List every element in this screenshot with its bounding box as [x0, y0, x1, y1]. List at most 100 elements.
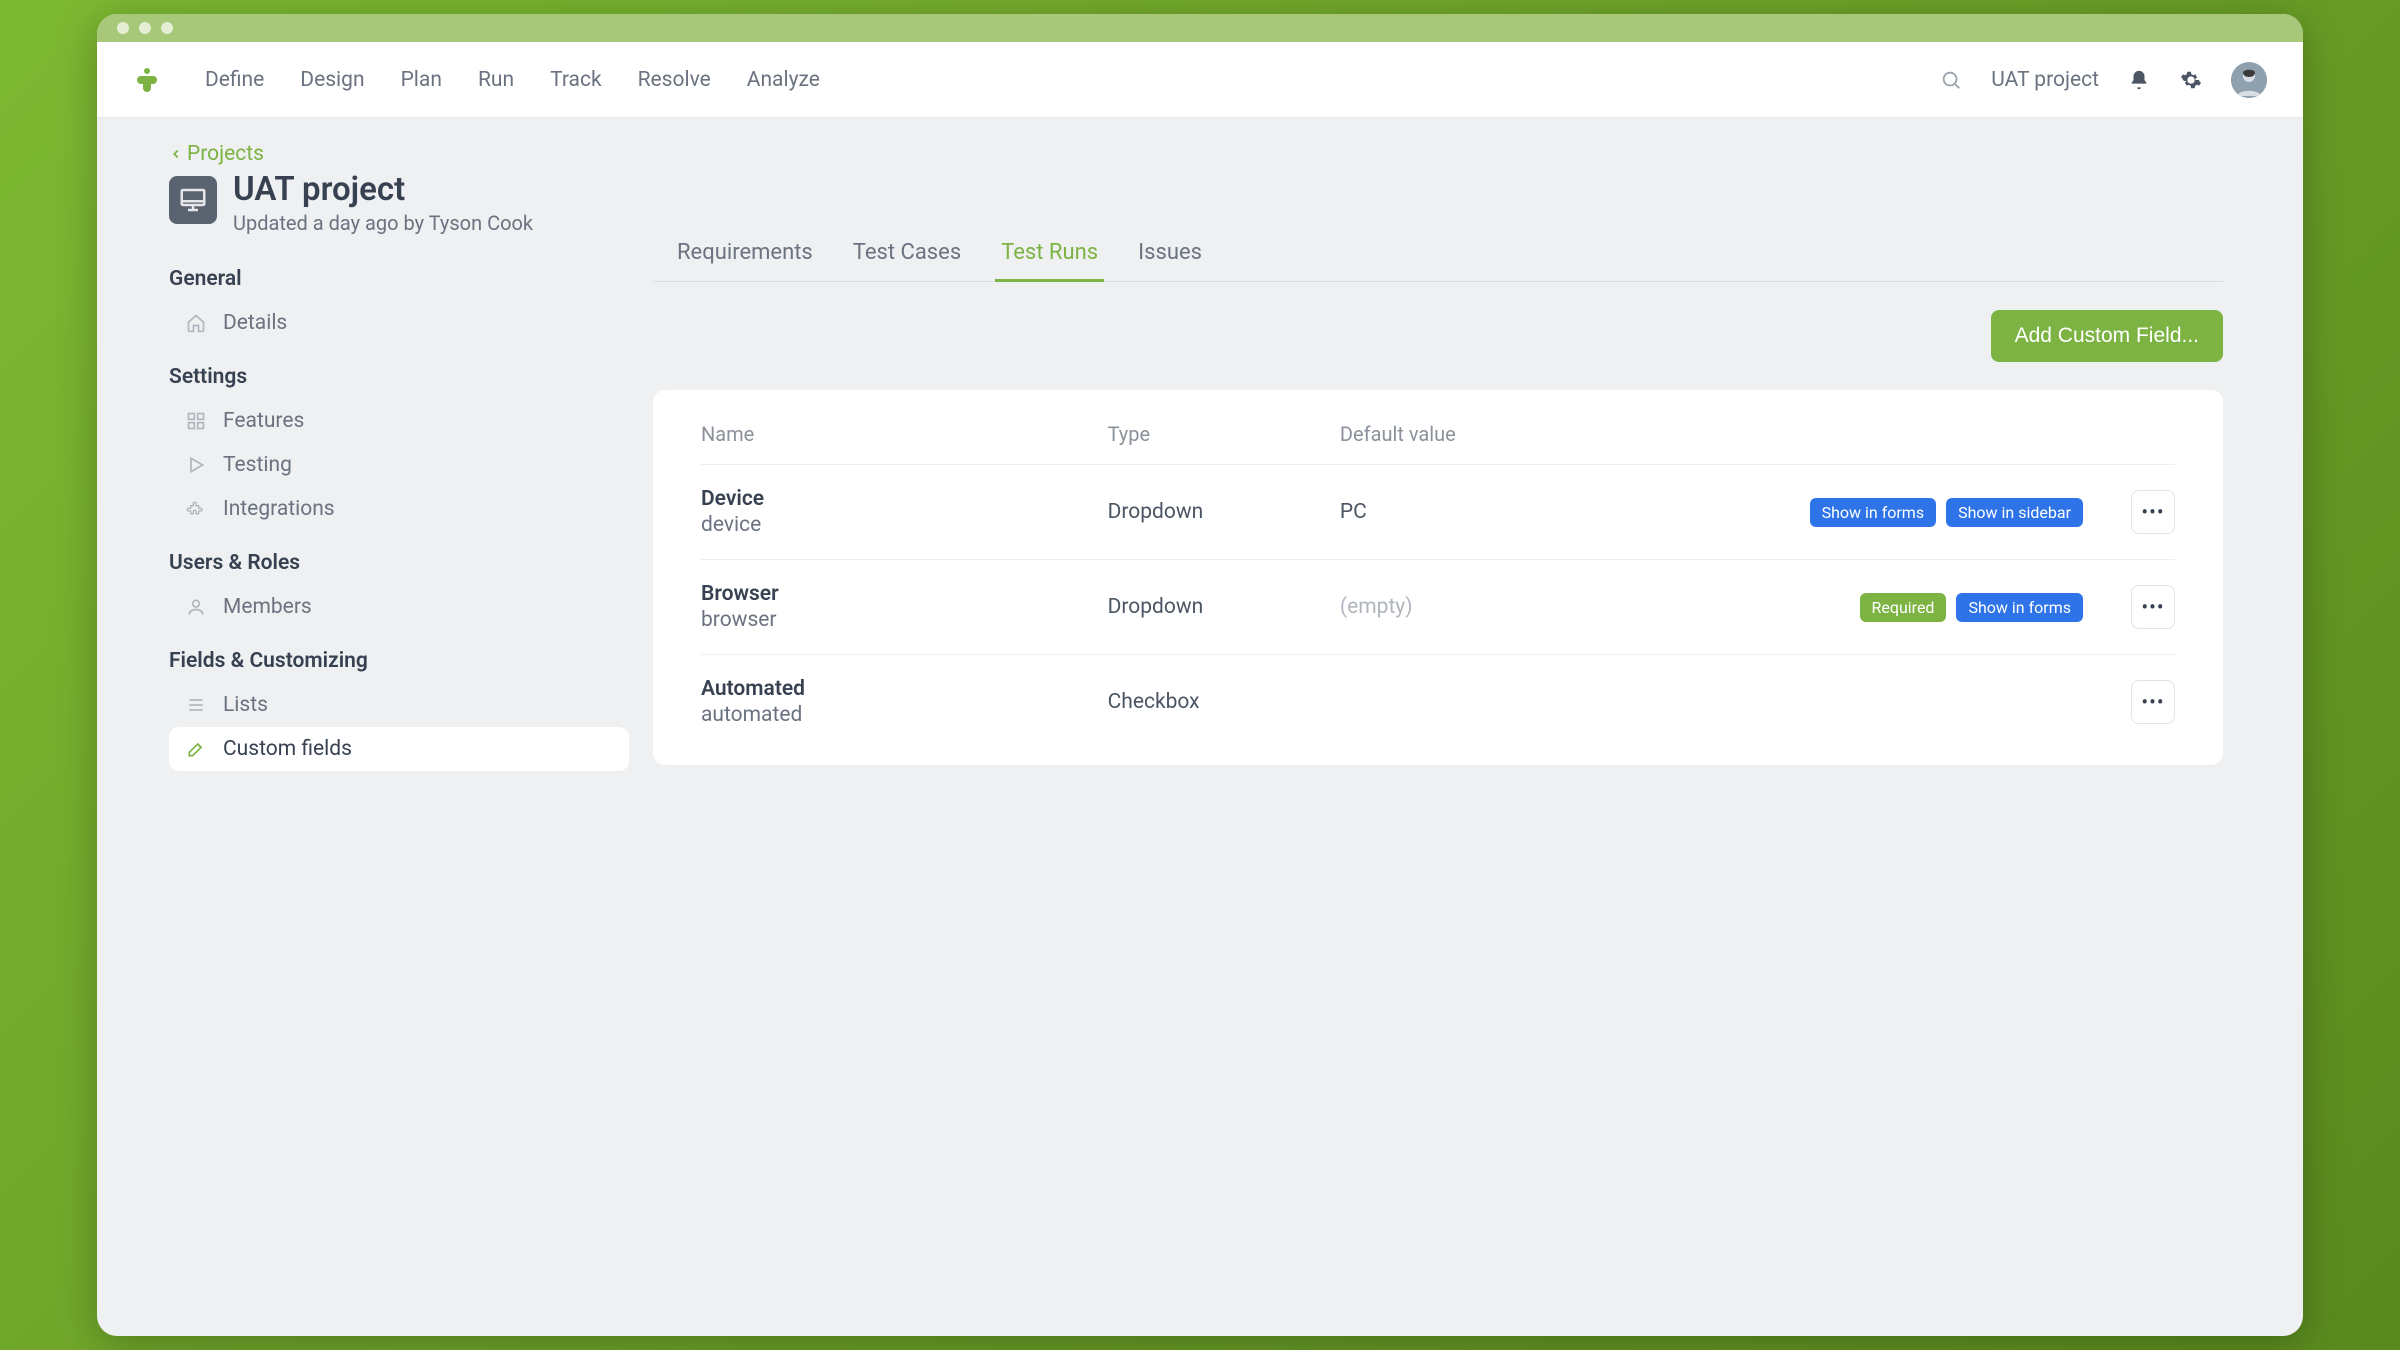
field-slug: browser	[701, 608, 1108, 632]
user-icon	[185, 596, 207, 618]
more-icon: •••	[2141, 690, 2164, 714]
row-menu-button[interactable]: •••	[2131, 585, 2175, 629]
sidebar-item-label: Lists	[223, 693, 268, 717]
badge-required: Required	[1860, 593, 1947, 622]
top-nav: Define Design Plan Run Track Resolve Ana…	[97, 42, 2303, 118]
project-switcher[interactable]: UAT project	[1991, 68, 2099, 92]
cell-badges: Required Show in forms	[1630, 593, 2095, 622]
more-icon: •••	[2141, 500, 2164, 524]
field-slug: device	[701, 513, 1108, 537]
row-menu-button[interactable]: •••	[2131, 680, 2175, 724]
tab-test-cases[interactable]: Test Cases	[853, 228, 961, 281]
table-row: Automated automated Checkbox •••	[701, 655, 2175, 749]
sidebar: Projects UAT project Updated a day ago b…	[97, 118, 653, 1336]
badge-show-in-sidebar: Show in sidebar	[1946, 498, 2083, 527]
sidebar-section-title: Settings	[169, 365, 629, 389]
cell-type: Dropdown	[1108, 500, 1340, 524]
field-name: Device	[701, 487, 1108, 511]
nav-resolve[interactable]: Resolve	[638, 68, 711, 92]
window-min-dot[interactable]	[139, 22, 151, 34]
sidebar-section-fields: Fields & Customizing Lists Custom fields	[169, 649, 629, 771]
field-slug: automated	[701, 703, 1108, 727]
custom-fields-card: Name Type Default value Device device Dr…	[653, 390, 2223, 765]
main-panel: Requirements Test Cases Test Runs Issues…	[653, 118, 2303, 1336]
sidebar-item-label: Features	[223, 409, 304, 433]
col-type: Type	[1108, 422, 1340, 446]
sidebar-section-users: Users & Roles Members	[169, 551, 629, 629]
sidebar-item-members[interactable]: Members	[169, 585, 629, 629]
sidebar-item-lists[interactable]: Lists	[169, 683, 629, 727]
sidebar-item-features[interactable]: Features	[169, 399, 629, 443]
project-subtitle: Updated a day ago by Tyson Cook	[233, 211, 533, 235]
field-name: Automated	[701, 677, 1108, 701]
main-nav-links: Define Design Plan Run Track Resolve Ana…	[205, 68, 820, 92]
badge-show-in-forms: Show in forms	[1956, 593, 2083, 622]
list-icon	[185, 694, 207, 716]
puzzle-icon	[185, 498, 207, 520]
grid-icon	[185, 410, 207, 432]
sidebar-section-title: Users & Roles	[169, 551, 629, 575]
window-max-dot[interactable]	[161, 22, 173, 34]
chevron-left-icon	[169, 147, 183, 161]
nav-run[interactable]: Run	[478, 68, 514, 92]
table-row: Device device Dropdown PC Show in forms …	[701, 465, 2175, 560]
nav-plan[interactable]: Plan	[401, 68, 442, 92]
nav-analyze[interactable]: Analyze	[747, 68, 820, 92]
content-tabs: Requirements Test Cases Test Runs Issues	[653, 228, 2223, 282]
project-title: UAT project	[233, 170, 533, 209]
table-row: Browser browser Dropdown (empty) Require…	[701, 560, 2175, 655]
app-window: Define Design Plan Run Track Resolve Ana…	[97, 14, 2303, 1336]
monitor-icon	[178, 185, 208, 215]
project-title-block: UAT project Updated a day ago by Tyson C…	[233, 170, 533, 235]
sidebar-item-custom-fields[interactable]: Custom fields	[169, 727, 629, 771]
row-menu-button[interactable]: •••	[2131, 490, 2175, 534]
sidebar-item-testing[interactable]: Testing	[169, 443, 629, 487]
top-nav-right: UAT project	[1939, 62, 2267, 98]
nav-design[interactable]: Design	[300, 68, 364, 92]
cell-default: PC	[1340, 500, 1630, 524]
content-area: Projects UAT project Updated a day ago b…	[97, 118, 2303, 1336]
gear-icon[interactable]	[2179, 68, 2203, 92]
bell-icon[interactable]	[2127, 68, 2151, 92]
play-icon	[185, 454, 207, 476]
tab-issues[interactable]: Issues	[1138, 228, 1202, 281]
actions-row: Add Custom Field...	[653, 310, 2223, 362]
table-header: Name Type Default value	[701, 422, 2175, 465]
sidebar-section-settings: Settings Features Testing Integrations	[169, 365, 629, 531]
cell-type: Checkbox	[1108, 690, 1340, 714]
window-close-dot[interactable]	[117, 22, 129, 34]
app-logo-icon[interactable]	[133, 66, 161, 94]
sidebar-item-integrations[interactable]: Integrations	[169, 487, 629, 531]
window-titlebar	[97, 14, 2303, 42]
cell-name: Browser browser	[701, 582, 1108, 632]
sidebar-item-label: Custom fields	[223, 737, 352, 761]
sidebar-section-title: Fields & Customizing	[169, 649, 629, 673]
field-name: Browser	[701, 582, 1108, 606]
search-icon[interactable]	[1939, 68, 1963, 92]
cell-badges: Show in forms Show in sidebar	[1630, 498, 2095, 527]
col-default: Default value	[1340, 422, 1630, 446]
sidebar-section-title: General	[169, 267, 629, 291]
cell-name: Automated automated	[701, 677, 1108, 727]
more-icon: •••	[2141, 595, 2164, 619]
tab-requirements[interactable]: Requirements	[677, 228, 813, 281]
edit-icon	[185, 738, 207, 760]
nav-track[interactable]: Track	[550, 68, 602, 92]
project-header: UAT project Updated a day ago by Tyson C…	[169, 170, 629, 235]
cell-default: (empty)	[1340, 595, 1630, 619]
tab-test-runs[interactable]: Test Runs	[1001, 228, 1098, 281]
home-icon	[185, 312, 207, 334]
avatar[interactable]	[2231, 62, 2267, 98]
cell-name: Device device	[701, 487, 1108, 537]
empty-value: (empty)	[1340, 595, 1413, 619]
cell-type: Dropdown	[1108, 595, 1340, 619]
sidebar-item-label: Members	[223, 595, 312, 619]
project-icon	[169, 176, 217, 224]
nav-define[interactable]: Define	[205, 68, 264, 92]
breadcrumb[interactable]: Projects	[169, 142, 629, 166]
sidebar-item-details[interactable]: Details	[169, 301, 629, 345]
breadcrumb-label: Projects	[187, 142, 264, 166]
sidebar-item-label: Integrations	[223, 497, 335, 521]
add-custom-field-button[interactable]: Add Custom Field...	[1991, 310, 2223, 362]
sidebar-item-label: Testing	[223, 453, 292, 477]
